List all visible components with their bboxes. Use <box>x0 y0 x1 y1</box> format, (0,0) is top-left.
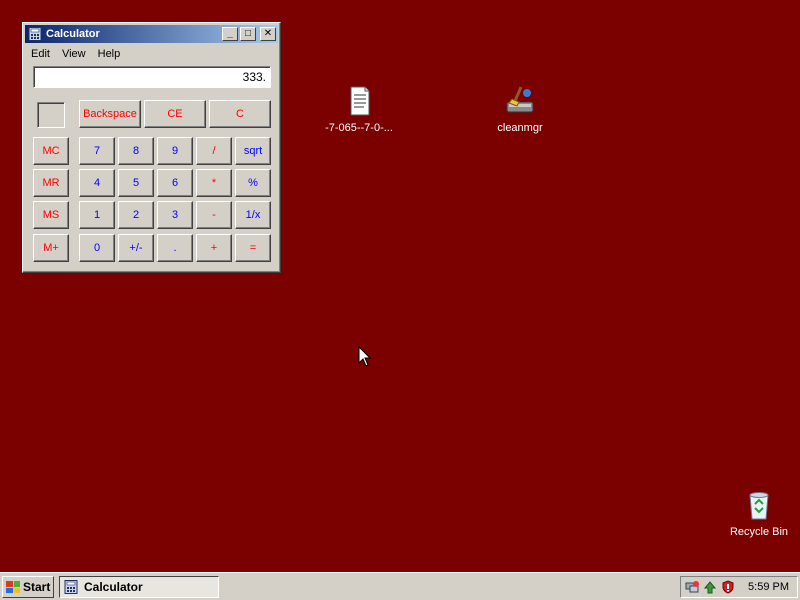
digit-9-button[interactable]: 9 <box>157 137 193 165</box>
desktop-icon-label: cleanmgr <box>497 122 543 134</box>
digit-1-button[interactable]: 1 <box>79 201 115 229</box>
network-icon[interactable] <box>685 580 699 594</box>
digit-6-button[interactable]: 6 <box>157 169 193 197</box>
decimal-button[interactable]: . <box>157 234 193 262</box>
backspace-button[interactable]: Backspace <box>79 100 141 128</box>
disk-cleanup-icon <box>503 84 537 118</box>
close-button[interactable]: ✕ <box>260 27 276 41</box>
window-title: Calculator <box>46 28 100 40</box>
windows-logo-icon <box>6 581 20 593</box>
clear-entry-button[interactable]: CE <box>144 100 206 128</box>
recycle-bin-icon <box>742 488 776 522</box>
calculator-window[interactable]: Calculator _ □ ✕ Edit View Help 333. Bac… <box>22 22 281 273</box>
subtract-button[interactable]: - <box>196 201 232 229</box>
memory-recall-button[interactable]: MR <box>33 169 69 197</box>
menu-edit[interactable]: Edit <box>25 48 56 60</box>
sign-toggle-button[interactable]: +/- <box>118 234 154 262</box>
reciprocal-button[interactable]: 1/x <box>235 201 271 229</box>
digit-0-button[interactable]: 0 <box>79 234 115 262</box>
menu-view[interactable]: View <box>56 48 92 60</box>
memory-store-button[interactable]: MS <box>33 201 69 229</box>
menu-help[interactable]: Help <box>92 48 127 60</box>
digit-4-button[interactable]: 4 <box>79 169 115 197</box>
update-icon[interactable] <box>703 580 717 594</box>
digit-5-button[interactable]: 5 <box>118 169 154 197</box>
memory-add-button[interactable]: M+ <box>33 234 69 262</box>
digit-8-button[interactable]: 8 <box>118 137 154 165</box>
sqrt-button[interactable]: sqrt <box>235 137 271 165</box>
mouse-pointer-icon <box>358 345 372 368</box>
calculator-icon <box>64 580 78 594</box>
start-label: Start <box>23 580 51 594</box>
taskbar-button-label: Calculator <box>84 580 143 594</box>
digit-7-button[interactable]: 7 <box>79 137 115 165</box>
memory-clear-button[interactable]: MC <box>33 137 69 165</box>
percent-button[interactable]: % <box>235 169 271 197</box>
minimize-button[interactable]: _ <box>222 27 238 41</box>
desktop-icon-label: Recycle Bin <box>729 526 789 538</box>
maximize-button[interactable]: □ <box>240 27 256 41</box>
taskbar: Start Calculator 5:59 PM <box>0 572 800 600</box>
desktop-icon-cleanmgr[interactable]: cleanmgr <box>475 84 565 134</box>
desktop-icon-document[interactable]: -7-065--7-0-... <box>314 84 404 134</box>
digit-3-button[interactable]: 3 <box>157 201 193 229</box>
multiply-button[interactable]: * <box>196 169 232 197</box>
equals-button[interactable]: = <box>235 234 271 262</box>
calculator-display: 333. <box>33 66 271 88</box>
start-button[interactable]: Start <box>2 576 54 598</box>
desktop-icon-label: -7-065--7-0-... <box>325 122 393 134</box>
clear-button[interactable]: C <box>209 100 271 128</box>
divide-button[interactable]: / <box>196 137 232 165</box>
taskbar-button-calculator[interactable]: Calculator <box>59 576 219 598</box>
desktop-icon-recycle-bin[interactable]: Recycle Bin <box>714 488 800 538</box>
menu-bar: Edit View Help <box>25 45 278 63</box>
system-tray: 5:59 PM <box>680 576 798 598</box>
memory-indicator <box>37 102 65 128</box>
calculator-icon <box>28 27 42 41</box>
digit-2-button[interactable]: 2 <box>118 201 154 229</box>
clock[interactable]: 5:59 PM <box>748 581 789 593</box>
text-document-icon <box>342 84 376 118</box>
title-bar[interactable]: Calculator _ □ ✕ <box>25 25 278 43</box>
add-button[interactable]: + <box>196 234 232 262</box>
security-shield-icon[interactable] <box>721 580 735 594</box>
